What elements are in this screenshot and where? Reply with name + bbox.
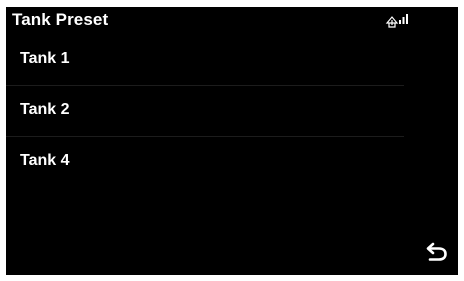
list-item-tank-4[interactable]: Tank 4 bbox=[6, 137, 404, 188]
list-item-tank-2[interactable]: Tank 2 bbox=[6, 86, 404, 137]
signal-strength-icon bbox=[384, 11, 414, 29]
page-title: Tank Preset bbox=[12, 10, 109, 29]
title-bar: Tank Preset bbox=[6, 7, 458, 34]
device-screen: Tank Preset Tank 1 Tank 2 Tank 4 bbox=[6, 7, 458, 275]
back-button[interactable] bbox=[424, 239, 450, 263]
list-item-label: Tank 4 bbox=[20, 152, 70, 169]
tank-preset-list: Tank 1 Tank 2 Tank 4 bbox=[6, 35, 404, 188]
list-item-tank-1[interactable]: Tank 1 bbox=[6, 35, 404, 86]
list-item-label: Tank 2 bbox=[20, 101, 70, 118]
list-item-label: Tank 1 bbox=[20, 50, 70, 67]
back-arrow-icon bbox=[426, 242, 447, 261]
